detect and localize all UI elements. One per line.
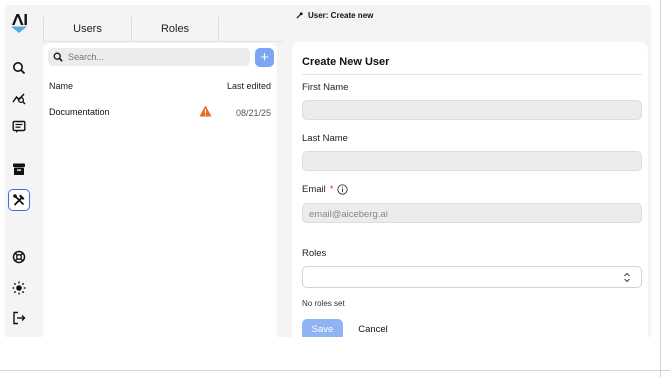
save-button[interactable]: Save [302,319,343,337]
search-icon[interactable] [9,58,29,78]
list-item-date: 08/21/25 [235,108,271,118]
email-input[interactable] [303,205,641,224]
column-header-name[interactable]: Name [49,81,73,91]
tab-users[interactable]: Users [43,17,131,41]
tab-roles[interactable]: Roles [131,17,219,41]
tools-icon[interactable] [8,189,30,211]
roles-select[interactable] [302,266,642,288]
last-name-label: Last Name [302,133,348,144]
search-box [48,48,250,66]
tab-bar: Users Roles [43,17,219,41]
search-icon [53,52,63,62]
first-name-label: First Name [302,82,348,93]
list-item[interactable]: Documentation 08/21/25 [43,101,277,123]
form-title: Create New User [302,56,390,68]
window-right-edge [660,0,661,377]
email-field[interactable] [302,203,642,224]
breadcrumb-label: User: Create new [308,11,374,20]
aiceberg-logo[interactable] [9,11,29,35]
roles-hint: No roles set [302,299,345,308]
breadcrumb: User: Create new [296,11,373,20]
column-header-last-edited[interactable]: Last edited [227,81,271,91]
search-input[interactable] [68,52,238,62]
roles-label: Roles [302,248,326,259]
window-bottom-edge [0,370,670,371]
info-icon[interactable] [337,184,349,195]
archive-icon[interactable] [9,159,29,179]
last-name-label-text: Last Name [302,133,348,144]
tools-icon [296,12,303,19]
logout-icon[interactable] [9,308,29,328]
create-user-form: Create New User First Name Last Name Ema… [292,42,648,337]
support-icon[interactable] [9,247,29,267]
first-name-label-text: First Name [302,82,349,93]
cancel-button[interactable]: Cancel [354,319,392,337]
user-list-panel: + Name Last edited Documentation 08/21/2… [43,43,277,337]
icon-sidebar [5,5,32,337]
title-divider [302,74,642,75]
last-name-field[interactable] [302,151,642,172]
analytics-icon[interactable] [9,88,29,108]
last-name-input[interactable] [303,153,641,172]
required-marker: * [329,184,334,195]
messages-icon[interactable] [9,117,29,137]
email-label-text: Email [302,184,326,195]
list-item-name: Documentation [49,107,110,117]
first-name-input[interactable] [303,102,641,121]
theme-icon[interactable] [9,278,29,298]
app-window: Users Roles User: Create new + Name Last… [5,5,651,337]
add-user-button[interactable]: + [255,48,274,67]
warning-icon [199,105,212,117]
email-label: Email * [302,184,349,195]
roles-label-text: Roles [302,248,327,259]
tab-divider [43,41,283,42]
first-name-field[interactable] [302,100,642,121]
chevron-up-down-icon [624,272,630,283]
